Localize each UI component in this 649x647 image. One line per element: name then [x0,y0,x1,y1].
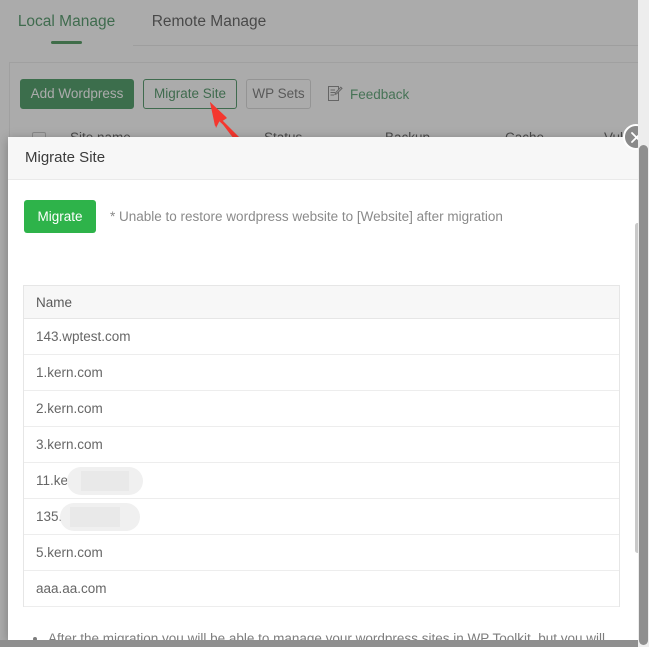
redaction-overlay [81,471,129,491]
modal-header: Migrate Site [8,137,641,180]
redaction-overlay [60,503,140,531]
site-list-column-header: Name [24,286,619,319]
list-item[interactable]: 2.kern.com [24,391,619,427]
page-bottom-strip [0,640,649,647]
site-name: 5.kern.com [36,545,103,560]
list-item[interactable]: 3.kern.com [24,427,619,463]
site-name: 143.wptest.com [36,329,131,344]
modal-body: Migrate * Unable to restore wordpress we… [8,180,641,640]
site-name: 11.ke [36,473,68,488]
site-name: 1.kern.com [36,365,103,380]
redaction-overlay [70,507,120,527]
site-name: aaa.aa.com [36,581,107,596]
site-name: 135.k [36,509,69,524]
page-scrollbar-thumb[interactable] [639,145,648,645]
list-item[interactable]: 5.kern.com [24,535,619,571]
migrate-note: * Unable to restore wordpress website to… [110,209,503,224]
site-list-table: Name 143.wptest.com 1.kern.com 2.kern.co… [23,285,620,607]
migrate-confirm-label: Migrate [37,209,82,224]
migrate-confirm-button[interactable]: Migrate [24,200,96,233]
list-item[interactable]: aaa.aa.com [24,571,619,607]
list-item[interactable]: 135.k [24,499,619,535]
page-scrollbar[interactable] [638,0,649,647]
site-name: 2.kern.com [36,401,103,416]
footnote-item: After the migration you will be able to … [48,628,620,640]
list-item[interactable]: 11.ke [24,463,619,499]
modal-footnote: After the migration you will be able to … [30,628,620,640]
list-item[interactable]: 143.wptest.com [24,319,619,355]
site-name: 3.kern.com [36,437,103,452]
migrate-site-modal: Migrate Site Migrate * Unable to restore… [8,137,641,640]
modal-action-row: Migrate * Unable to restore wordpress we… [24,200,503,233]
redaction-overlay [67,467,143,495]
modal-title: Migrate Site [25,149,105,166]
list-item[interactable]: 1.kern.com [24,355,619,391]
